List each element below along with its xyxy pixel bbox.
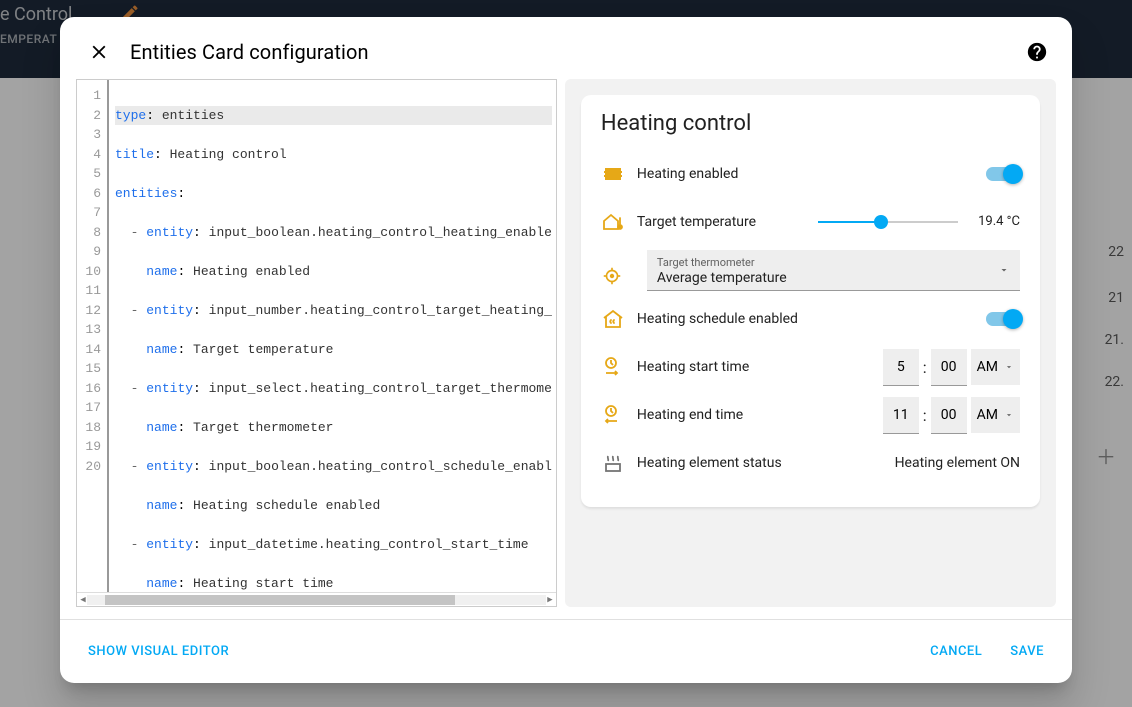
end-minute-input[interactable] <box>931 397 967 434</box>
close-button[interactable] <box>84 37 114 67</box>
start-ampm-select[interactable]: AM <box>971 349 1020 385</box>
target-temperature-value: 19.4 °C <box>978 214 1020 230</box>
row-element-status: Heating element status Heating element O… <box>601 439 1020 487</box>
row-label: Heating enabled <box>637 166 986 182</box>
schedule-enabled-toggle[interactable] <box>986 312 1020 326</box>
row-label: Heating start time <box>637 359 883 375</box>
row-label: Heating schedule enabled <box>637 311 986 327</box>
chevron-down-icon <box>1004 362 1014 372</box>
heat-home-icon <box>601 307 637 331</box>
row-label: Heating end time <box>637 407 883 423</box>
start-minute-input[interactable] <box>931 349 967 386</box>
scrollbar-track[interactable] <box>87 595 546 605</box>
yaml-editor[interactable]: 1234567891011121314151617181920 type: en… <box>76 79 557 607</box>
dialog-header: Entities Card configuration <box>60 17 1072 79</box>
element-status-value: Heating element ON <box>895 455 1020 471</box>
row-label: Target temperature <box>637 214 818 230</box>
dialog-footer: Show Visual Editor Cancel Save <box>60 619 1072 683</box>
row-schedule-enabled: Heating schedule enabled <box>601 295 1020 343</box>
select-label: Target thermometer <box>657 256 1010 269</box>
card-config-dialog: Entities Card configuration 123456789101… <box>60 17 1072 683</box>
start-hour-input[interactable] <box>883 349 919 386</box>
target-temperature-slider[interactable] <box>818 221 958 223</box>
clock-start-icon <box>601 355 637 379</box>
row-label: Heating element status <box>637 455 895 471</box>
heating-element-icon <box>601 451 637 475</box>
card-title: Heating control <box>601 111 1020 136</box>
cancel-button[interactable]: Cancel <box>926 636 986 667</box>
scroll-right-arrow-icon[interactable]: ▶ <box>546 596 554 604</box>
heating-enabled-toggle[interactable] <box>986 167 1020 181</box>
preview-panel: Heating control Heating enabled Target t… <box>565 79 1056 607</box>
radiator-icon <box>601 162 637 186</box>
target-icon <box>601 250 637 291</box>
entities-card: Heating control Heating enabled Target t… <box>581 95 1040 507</box>
editor-gutter: 1234567891011121314151617181920 <box>77 80 109 592</box>
row-target-thermometer: Target thermometer Average temperature <box>601 246 1020 295</box>
row-start-time: Heating start time : AM <box>601 343 1020 391</box>
time-colon: : <box>923 358 927 377</box>
save-button[interactable]: Save <box>1006 636 1048 667</box>
row-heating-enabled: Heating enabled <box>601 150 1020 198</box>
help-button[interactable] <box>1026 41 1048 63</box>
dialog-title: Entities Card configuration <box>130 40 369 64</box>
thermometer-home-icon <box>601 210 637 234</box>
select-value: Average temperature <box>657 270 1010 286</box>
editor-horizontal-scrollbar[interactable]: ◀ ▶ <box>77 592 556 606</box>
end-ampm-select[interactable]: AM <box>971 397 1020 433</box>
show-visual-editor-button[interactable]: Show Visual Editor <box>84 636 233 667</box>
target-thermometer-select[interactable]: Target thermometer Average temperature <box>647 250 1020 291</box>
help-icon <box>1026 41 1048 63</box>
clock-end-icon <box>601 403 637 427</box>
scrollbar-thumb[interactable] <box>105 595 455 605</box>
editor-content[interactable]: type: entities title: Heating control en… <box>109 80 556 592</box>
end-hour-input[interactable] <box>883 397 919 434</box>
row-target-temperature: Target temperature 19.4 °C <box>601 198 1020 246</box>
scroll-left-arrow-icon[interactable]: ◀ <box>79 596 87 604</box>
chevron-down-icon <box>1004 410 1014 420</box>
row-end-time: Heating end time : AM <box>601 391 1020 439</box>
chevron-down-icon <box>998 264 1010 276</box>
time-colon: : <box>923 406 927 425</box>
close-icon <box>88 41 110 63</box>
